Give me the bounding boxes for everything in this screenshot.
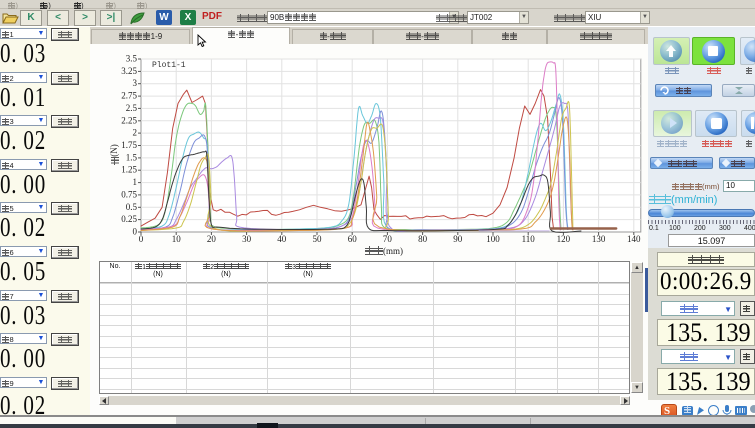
svg-text:1.5: 1.5 bbox=[126, 152, 138, 162]
svg-text:1.25: 1.25 bbox=[121, 165, 137, 175]
svg-text:30: 30 bbox=[242, 234, 252, 244]
svg-text:70: 70 bbox=[383, 234, 393, 244]
svg-text:20: 20 bbox=[207, 234, 217, 244]
svg-text:0.5: 0.5 bbox=[126, 202, 138, 212]
svg-text:Plot1-1: Plot1-1 bbox=[152, 61, 186, 70]
svg-text:40: 40 bbox=[277, 234, 287, 244]
svg-text:1: 1 bbox=[133, 177, 138, 187]
svg-text:140: 140 bbox=[627, 234, 641, 244]
svg-text:50: 50 bbox=[313, 234, 323, 244]
svg-text:60: 60 bbox=[348, 234, 358, 244]
svg-text:1.75: 1.75 bbox=[121, 140, 137, 150]
svg-text:90: 90 bbox=[453, 234, 463, 244]
svg-text:3.25: 3.25 bbox=[121, 66, 137, 76]
svg-text:2.25: 2.25 bbox=[121, 115, 137, 125]
svg-text:0.75: 0.75 bbox=[121, 189, 137, 199]
svg-text:100: 100 bbox=[486, 234, 500, 244]
svg-text:2.5: 2.5 bbox=[126, 103, 138, 113]
svg-text:110: 110 bbox=[522, 234, 536, 244]
svg-text:3.5: 3.5 bbox=[126, 54, 138, 64]
svg-text:80: 80 bbox=[418, 234, 428, 244]
svg-text:10: 10 bbox=[172, 234, 182, 244]
svg-text:120: 120 bbox=[557, 234, 571, 244]
svg-text:2: 2 bbox=[133, 128, 138, 138]
svg-text:2.75: 2.75 bbox=[121, 91, 137, 101]
svg-text:0.25: 0.25 bbox=[121, 214, 137, 224]
svg-text:0: 0 bbox=[139, 234, 144, 244]
svg-text:130: 130 bbox=[592, 234, 606, 244]
svg-text:0: 0 bbox=[133, 227, 138, 237]
svg-text:3: 3 bbox=[133, 78, 138, 88]
